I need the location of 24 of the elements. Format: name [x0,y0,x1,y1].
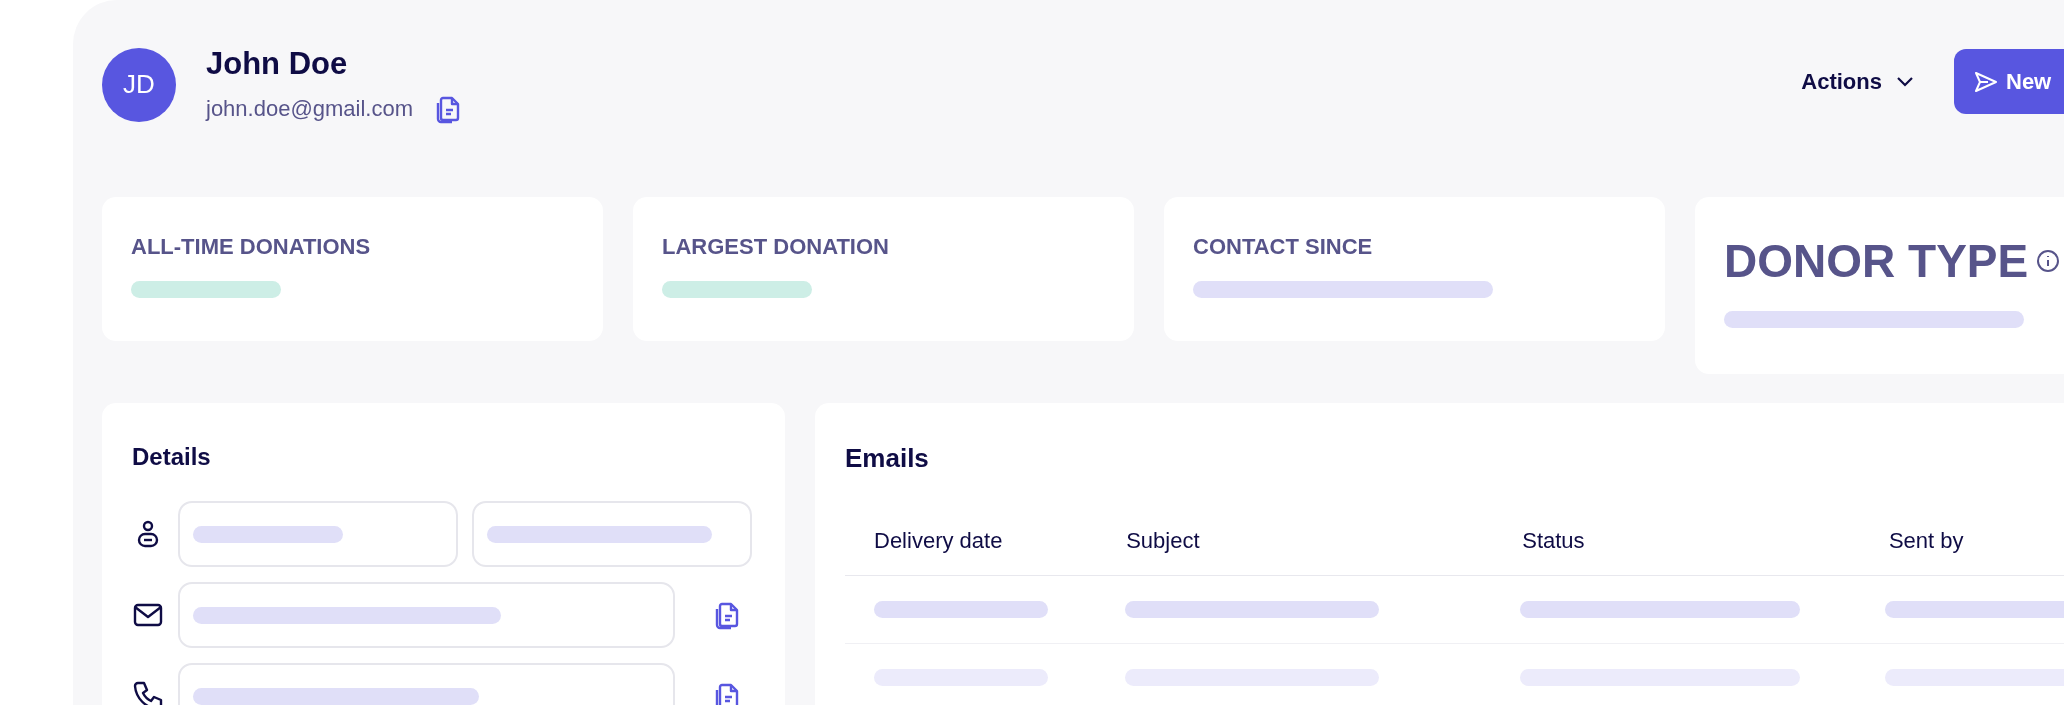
card-title: Details [132,443,211,470]
input-field[interactable] [178,582,675,648]
info-icon[interactable] [2036,249,2061,273]
contact-email: john.doe@gmail.com [206,95,413,123]
copy-icon[interactable] [714,600,740,630]
send-icon [1974,70,1998,93]
chevron-down-icon [1896,76,1914,87]
stat-title: DONOR TYPE [1724,234,2029,289]
actions-button[interactable]: Actions [1801,65,1914,98]
card-title: Emails [845,443,929,473]
stat-title: CONTACT SINCE [1193,233,1373,261]
input-field[interactable] [472,501,752,567]
avatar: JD [102,47,176,122]
contact-name: John Doe [206,45,349,83]
copy-icon[interactable] [714,681,740,705]
phone-icon [132,680,164,705]
column-header: Delivery date [874,528,1003,553]
input-field[interactable] [178,501,458,567]
column-header: Status [1522,528,1585,553]
column-header: Sent by [1888,528,1964,553]
stat-title: ALL-TIME DONATIONS [131,233,371,261]
column-header: Subject [1126,528,1200,553]
stat-title: LARGEST DONATION [662,233,889,261]
new-button[interactable]: New [1954,49,2064,114]
